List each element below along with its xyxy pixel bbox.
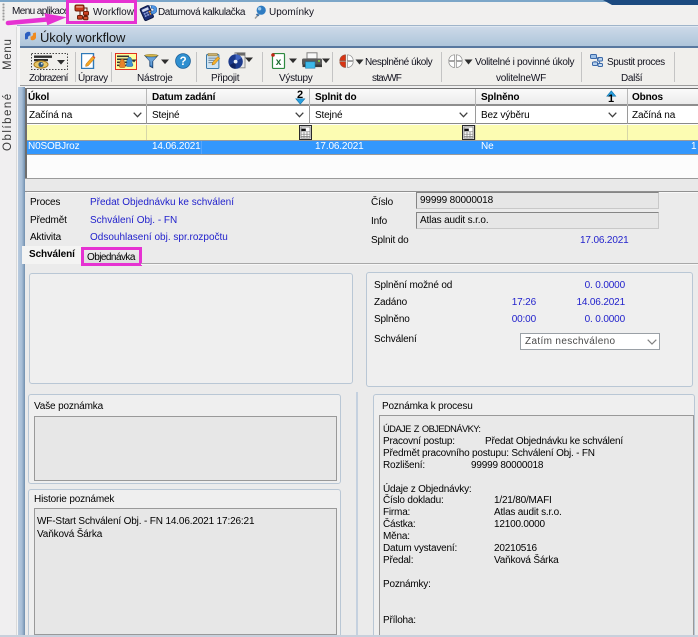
svg-text:?: ?: [180, 56, 187, 68]
svg-text:x: x: [276, 57, 282, 68]
